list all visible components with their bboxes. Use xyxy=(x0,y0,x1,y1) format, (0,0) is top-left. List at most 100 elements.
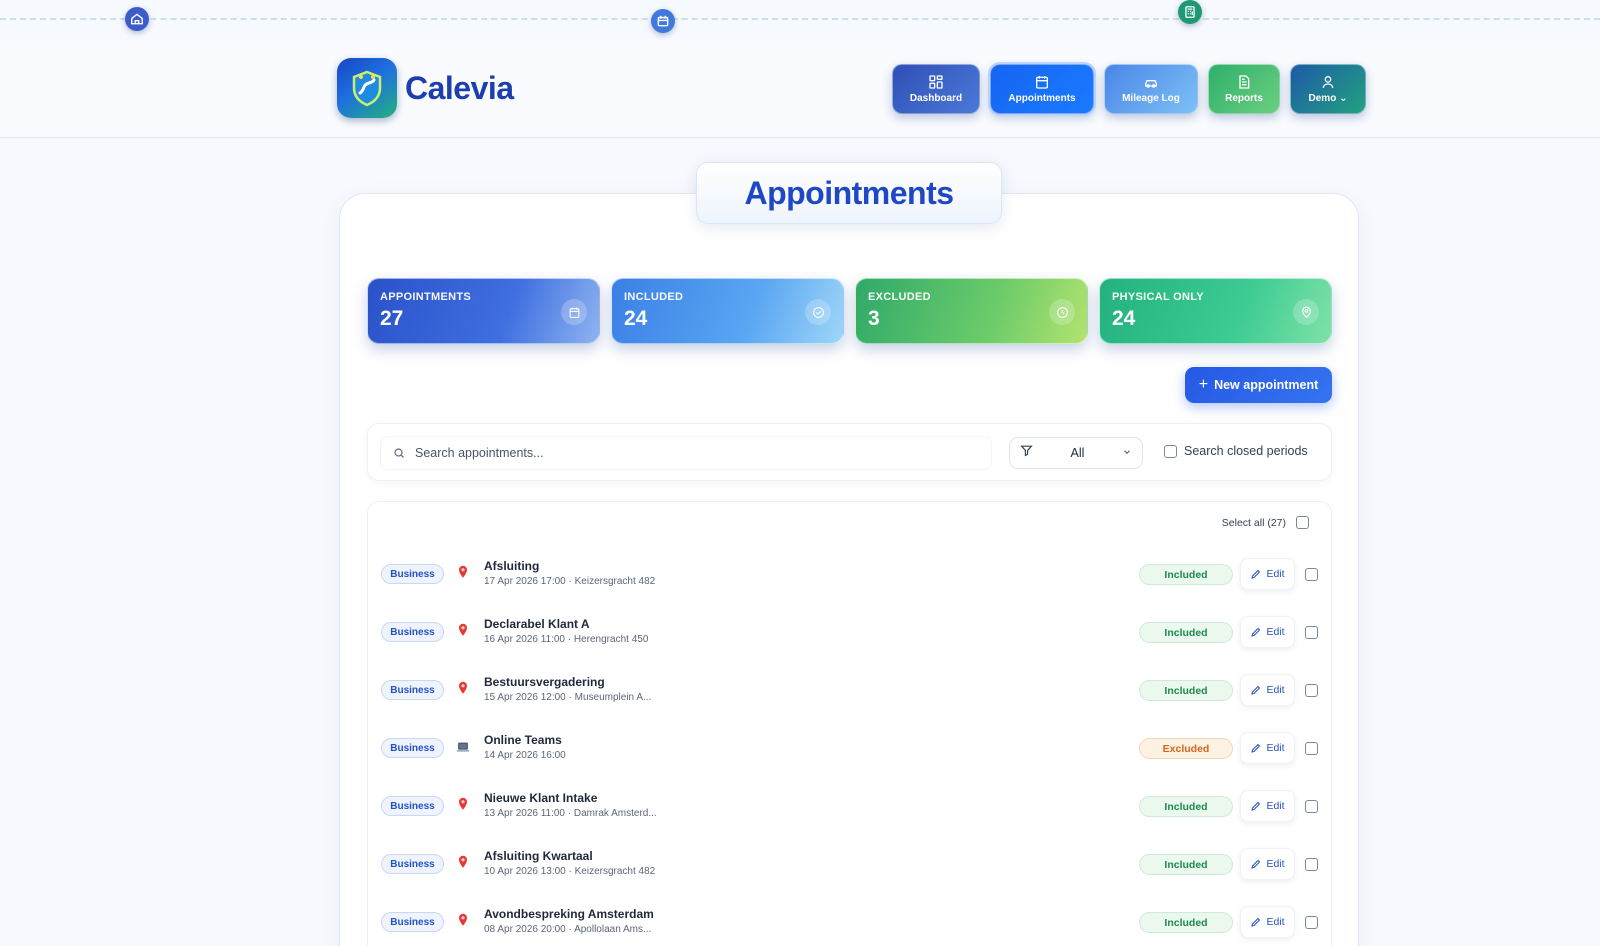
search-input[interactable] xyxy=(415,446,975,460)
row-checkbox[interactable] xyxy=(1305,568,1318,581)
calendar-icon xyxy=(1036,76,1048,89)
select-all-checkbox[interactable] xyxy=(1296,516,1309,529)
table-row[interactable]: Business Afsluiting Kwartaal 10 Apr 2026 1… xyxy=(368,832,1333,890)
map-pin-icon xyxy=(452,852,474,874)
category-tag: Business xyxy=(381,854,444,874)
laptop-icon xyxy=(452,736,474,758)
table-row[interactable]: Business Bestuursvergadering 15 Apr 2026 1… xyxy=(368,658,1333,716)
edit-label: Edit xyxy=(1266,684,1285,696)
category-tag: Business xyxy=(381,796,444,816)
category-tag: Business xyxy=(381,738,444,758)
status-filter-select[interactable]: All xyxy=(1009,437,1143,469)
map-pin-icon xyxy=(452,910,474,932)
table-row[interactable]: Business Avondbespreking Amsterdam 08 Apr … xyxy=(368,890,1333,946)
stats-row: APPOINTMENTS 27 INCLUDED 24 EXCLUDED 3 P… xyxy=(367,278,1332,344)
timeline-track xyxy=(0,18,1600,20)
check-circle-icon xyxy=(805,299,831,325)
edit-label: Edit xyxy=(1266,858,1285,870)
stat-value: 27 xyxy=(380,307,404,330)
brand-logo[interactable]: Calevia xyxy=(337,58,514,118)
row-checkbox[interactable] xyxy=(1305,684,1318,697)
plus-icon: + xyxy=(1198,376,1209,393)
calendar-icon[interactable] xyxy=(651,9,675,33)
search-box xyxy=(380,436,992,470)
stat-card-physical-only: PHYSICAL ONLY 24 xyxy=(1099,278,1332,344)
appointment-details: 08 Apr 2026 20:00 · Apollolaan Ams... xyxy=(484,924,652,935)
edit-button[interactable]: Edit xyxy=(1240,790,1295,822)
edit-button[interactable]: Edit xyxy=(1240,732,1295,764)
status-filter-value: All xyxy=(1070,446,1085,460)
select-all-label: Select all (27) xyxy=(1221,516,1286,529)
appointment-title[interactable]: Online Teams xyxy=(484,733,562,747)
nav-dashboard-label: Dashboard xyxy=(909,93,963,104)
stat-label: EXCLUDED xyxy=(868,291,931,303)
select-all-control[interactable]: Select all (27) xyxy=(1222,516,1309,529)
category-tag: Business xyxy=(381,912,444,932)
status-badge-included: Included xyxy=(1139,854,1233,875)
edit-button[interactable]: Edit xyxy=(1240,674,1295,706)
edit-button[interactable]: Edit xyxy=(1240,616,1295,648)
map-pin-icon xyxy=(452,562,474,584)
dashboard-icon xyxy=(929,75,943,89)
table-row[interactable]: Business Afsluiting 17 Apr 2026 17:00 · Ke… xyxy=(368,542,1333,600)
edit-label: Edit xyxy=(1266,626,1285,638)
category-tag: Business xyxy=(381,564,444,584)
stat-card-appointments: APPOINTMENTS 27 xyxy=(367,278,600,344)
category-tag: Business xyxy=(381,680,444,700)
appointment-title[interactable]: Afsluiting Kwartaal xyxy=(484,849,593,863)
car-icon xyxy=(1145,80,1157,88)
appointment-title[interactable]: Bestuursvergadering xyxy=(484,675,605,689)
map-pin-icon xyxy=(452,678,474,700)
nav-appointments-label: Appointments xyxy=(1008,93,1076,104)
edit-button[interactable]: Edit xyxy=(1240,848,1295,880)
stat-label: APPOINTMENTS xyxy=(380,291,471,303)
shield-logo-icon xyxy=(337,58,397,118)
demo-user-name: Demo xyxy=(1308,93,1337,104)
appointment-title[interactable]: Avondbespreking Amsterdam xyxy=(484,907,654,921)
new-appointment-button[interactable]: + New appointment xyxy=(1185,367,1332,403)
row-checkbox[interactable] xyxy=(1305,916,1318,929)
row-checkbox[interactable] xyxy=(1305,626,1318,639)
nav-demo-user-button[interactable]: Demo ⌄ xyxy=(1290,64,1366,114)
appointment-details: 17 Apr 2026 17:00 · Keizersgracht 482 xyxy=(484,576,656,587)
appointment-title[interactable]: Nieuwe Klant Intake xyxy=(484,791,597,805)
search-closed-periods-toggle[interactable]: Search closed periods xyxy=(1164,444,1308,458)
app-header: Calevia Dashboard Appointments Mileage L… xyxy=(0,40,1600,138)
map-pin-icon xyxy=(452,794,474,816)
status-badge-included: Included xyxy=(1139,680,1233,701)
row-checkbox[interactable] xyxy=(1305,858,1318,871)
category-tag: Business xyxy=(381,622,444,642)
brand-name: Calevia xyxy=(405,69,514,106)
edit-label: Edit xyxy=(1266,568,1285,580)
table-row[interactable]: Business Online Teams 14 Apr 2026 16:00 Exc… xyxy=(368,716,1333,774)
row-checkbox[interactable] xyxy=(1305,742,1318,755)
nav-appointments-button[interactable]: Appointments xyxy=(988,62,1096,116)
calendar-icon xyxy=(561,299,587,325)
table-row[interactable]: Business Nieuwe Klant Intake 13 Apr 2026 1… xyxy=(368,774,1333,832)
status-badge-included: Included xyxy=(1139,796,1233,817)
edit-button[interactable]: Edit xyxy=(1240,906,1295,938)
search-closed-periods-checkbox[interactable] xyxy=(1164,444,1177,458)
table-row[interactable]: Business Declarabel Klant A 16 Apr 2026 11… xyxy=(368,600,1333,658)
appointment-details: 10 Apr 2026 13:00 · Keizersgracht 482 xyxy=(484,866,656,877)
nav-mileage-log-label: Mileage Log xyxy=(1122,93,1180,104)
status-badge-excluded: Excluded xyxy=(1139,738,1233,759)
calculator-icon[interactable] xyxy=(1178,0,1202,24)
nav-mileage-log-button[interactable]: Mileage Log xyxy=(1104,64,1198,114)
appointment-title[interactable]: Declarabel Klant A xyxy=(484,617,590,631)
appointment-details: 16 Apr 2026 11:00 · Herengracht 450 xyxy=(484,634,649,645)
pencil-icon xyxy=(1250,626,1262,638)
nav-dashboard-button[interactable]: Dashboard xyxy=(892,64,980,114)
new-appointment-label: New appointment xyxy=(1214,378,1319,392)
home-icon[interactable] xyxy=(125,7,149,31)
row-checkbox[interactable] xyxy=(1305,800,1318,813)
nav-reports-button[interactable]: Reports xyxy=(1208,64,1280,114)
chevron-down-icon xyxy=(1122,444,1132,462)
stat-card-excluded: EXCLUDED 3 xyxy=(855,278,1088,344)
stat-value: 24 xyxy=(1112,307,1136,330)
appointment-title[interactable]: Afsluiting xyxy=(484,559,539,573)
main-nav: Dashboard Appointments Mileage Log Repor… xyxy=(892,62,1366,116)
document-icon xyxy=(1239,75,1250,89)
edit-button[interactable]: Edit xyxy=(1240,558,1295,590)
stat-label: INCLUDED xyxy=(624,291,684,303)
